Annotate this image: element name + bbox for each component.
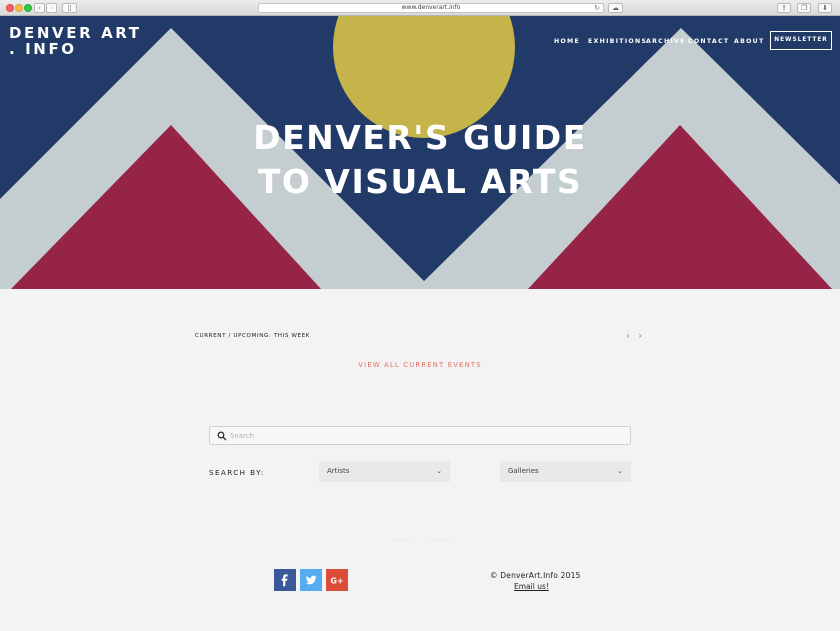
hero-title-line1: DENVER'S GUIDE (253, 118, 587, 157)
minimize-window-button[interactable] (15, 4, 23, 12)
hero-title: DENVER'S GUIDE TO VISUAL ARTS (0, 116, 840, 204)
view-all-events-link[interactable]: VIEW ALL CURRENT EVENTS (0, 361, 840, 369)
icloud-tabs-button[interactable]: ☁ (608, 3, 623, 13)
browser-toolbar: ‹ › ▯ www.denverart.info ↻ ☁ ⇪ ❐ ⬇ (0, 0, 840, 16)
galleries-select[interactable]: Galleries ⌄ (500, 461, 631, 482)
cloud-icon: ☁ (612, 4, 619, 12)
site-logo[interactable]: DENVER ART . INFO (9, 25, 149, 57)
twitter-icon (305, 575, 317, 585)
back-button[interactable]: ‹ (34, 3, 45, 13)
search-input[interactable] (230, 428, 620, 443)
footer-links: HOME SUBMIT (392, 538, 465, 544)
share-button[interactable]: ⇪ (777, 3, 791, 13)
zoom-window-button[interactable] (24, 4, 32, 12)
google-plus-icon: G+ (330, 577, 343, 586)
nav-about[interactable]: ABOUT (734, 38, 765, 45)
facebook-button[interactable] (274, 569, 296, 591)
nav-archive[interactable]: ARCHIVE (646, 38, 686, 45)
search-icon (217, 431, 227, 441)
footer-link-submit[interactable]: SUBMIT (427, 538, 451, 544)
twitter-button[interactable] (300, 569, 322, 591)
search-box[interactable] (209, 426, 631, 445)
tabs-icon: ❐ (800, 4, 808, 12)
newsletter-button[interactable]: NEWSLETTER (770, 31, 832, 50)
reload-icon[interactable]: ↻ (594, 4, 600, 12)
sidebar-toggle-button[interactable]: ▯ (62, 3, 77, 13)
chevron-right-icon[interactable]: › (638, 329, 642, 342)
hero-title-line2: TO VISUAL ARTS (257, 162, 583, 201)
galleries-select-value: Galleries (508, 467, 539, 475)
copyright-text: © DenverArt.Info 2015 (490, 571, 581, 580)
artists-select[interactable]: Artists ⌄ (319, 461, 450, 482)
url-text: www.denverart.info (401, 4, 461, 11)
share-icon: ⇪ (781, 4, 787, 12)
email-us-link[interactable]: Email us! (514, 582, 549, 591)
nav-exhibitions[interactable]: EXHIBITIONS (588, 38, 647, 45)
artists-select-value: Artists (327, 467, 350, 475)
footer-link-home[interactable]: HOME (392, 538, 410, 544)
address-bar[interactable]: www.denverart.info ↻ (258, 3, 604, 13)
download-icon: ⬇ (822, 4, 828, 12)
facebook-icon (281, 574, 288, 587)
view-all-events-label[interactable]: VIEW ALL CURRENT EVENTS (358, 361, 481, 369)
chevron-left-icon[interactable]: ‹ (626, 329, 630, 342)
nav-home[interactable]: HOME (554, 38, 580, 45)
chevron-left-icon: ‹ (38, 4, 41, 12)
downloads-button[interactable]: ⬇ (818, 3, 832, 13)
sidebar-icon: ▯ (67, 4, 72, 12)
chevron-down-icon: ⌄ (436, 467, 442, 475)
search-by-label: SEARCH BY: (209, 468, 265, 477)
google-plus-button[interactable]: G+ (326, 569, 348, 591)
svg-text:G+: G+ (330, 577, 343, 586)
hero-banner: DENVER ART . INFO HOME EXHIBITIONS ARCHI… (0, 16, 840, 289)
show-tabs-button[interactable]: ❐ (797, 3, 811, 13)
close-window-button[interactable] (6, 4, 14, 12)
chevron-right-icon: › (50, 4, 53, 12)
chevron-down-icon: ⌄ (617, 467, 623, 475)
events-heading: CURRENT / UPCOMING: THIS WEEK (195, 333, 311, 339)
nav-contact[interactable]: CONTACT (688, 38, 729, 45)
forward-button[interactable]: › (46, 3, 57, 13)
